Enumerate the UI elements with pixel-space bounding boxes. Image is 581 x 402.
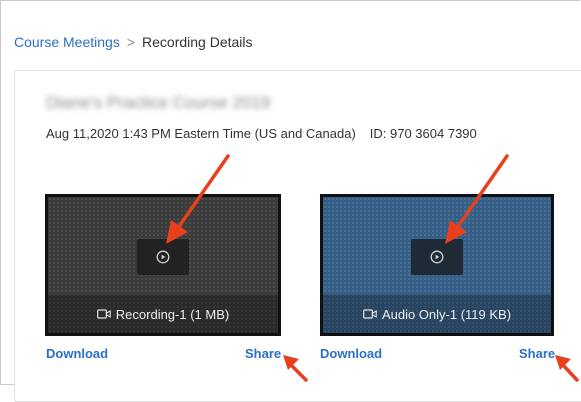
share-link-video[interactable]: Share xyxy=(245,346,281,361)
recording-label: Recording-1 (1 MB) xyxy=(115,306,230,322)
breadcrumb-current: Recording Details xyxy=(142,34,253,50)
play-circle-icon xyxy=(156,250,170,264)
breadcrumb: Course Meetings > Recording Details xyxy=(14,34,253,50)
video-camera-icon xyxy=(96,309,111,319)
meeting-id: ID: 970 3604 7390 xyxy=(369,126,477,141)
meeting-datetime: Aug 11,2020 1:43 PM Eastern Time (US and… xyxy=(46,126,356,141)
share-link-audio[interactable]: Share xyxy=(519,346,555,361)
recording-label: Audio Only-1 (119 KB) xyxy=(381,306,512,322)
play-button[interactable] xyxy=(411,239,463,275)
play-circle-icon xyxy=(430,250,444,264)
recording-label-bar: Recording-1 (1 MB) xyxy=(48,294,278,333)
recording-label-bar: Audio Only-1 (119 KB) xyxy=(323,294,551,333)
recording-card-audio[interactable]: Audio Only-1 (119 KB) xyxy=(320,194,554,336)
play-button[interactable] xyxy=(137,239,189,275)
download-link-audio[interactable]: Download xyxy=(320,346,382,361)
breadcrumb-separator: > xyxy=(126,34,136,50)
course-title: Diane's Practice Course 2019 xyxy=(46,93,271,112)
download-link-video[interactable]: Download xyxy=(46,346,108,361)
recording-card-video[interactable]: Recording-1 (1 MB) xyxy=(45,194,281,336)
meeting-meta: Aug 11,2020 1:43 PM Eastern Time (US and… xyxy=(46,126,477,141)
breadcrumb-course-meetings-link[interactable]: Course Meetings xyxy=(14,34,120,50)
video-camera-icon xyxy=(363,309,377,319)
